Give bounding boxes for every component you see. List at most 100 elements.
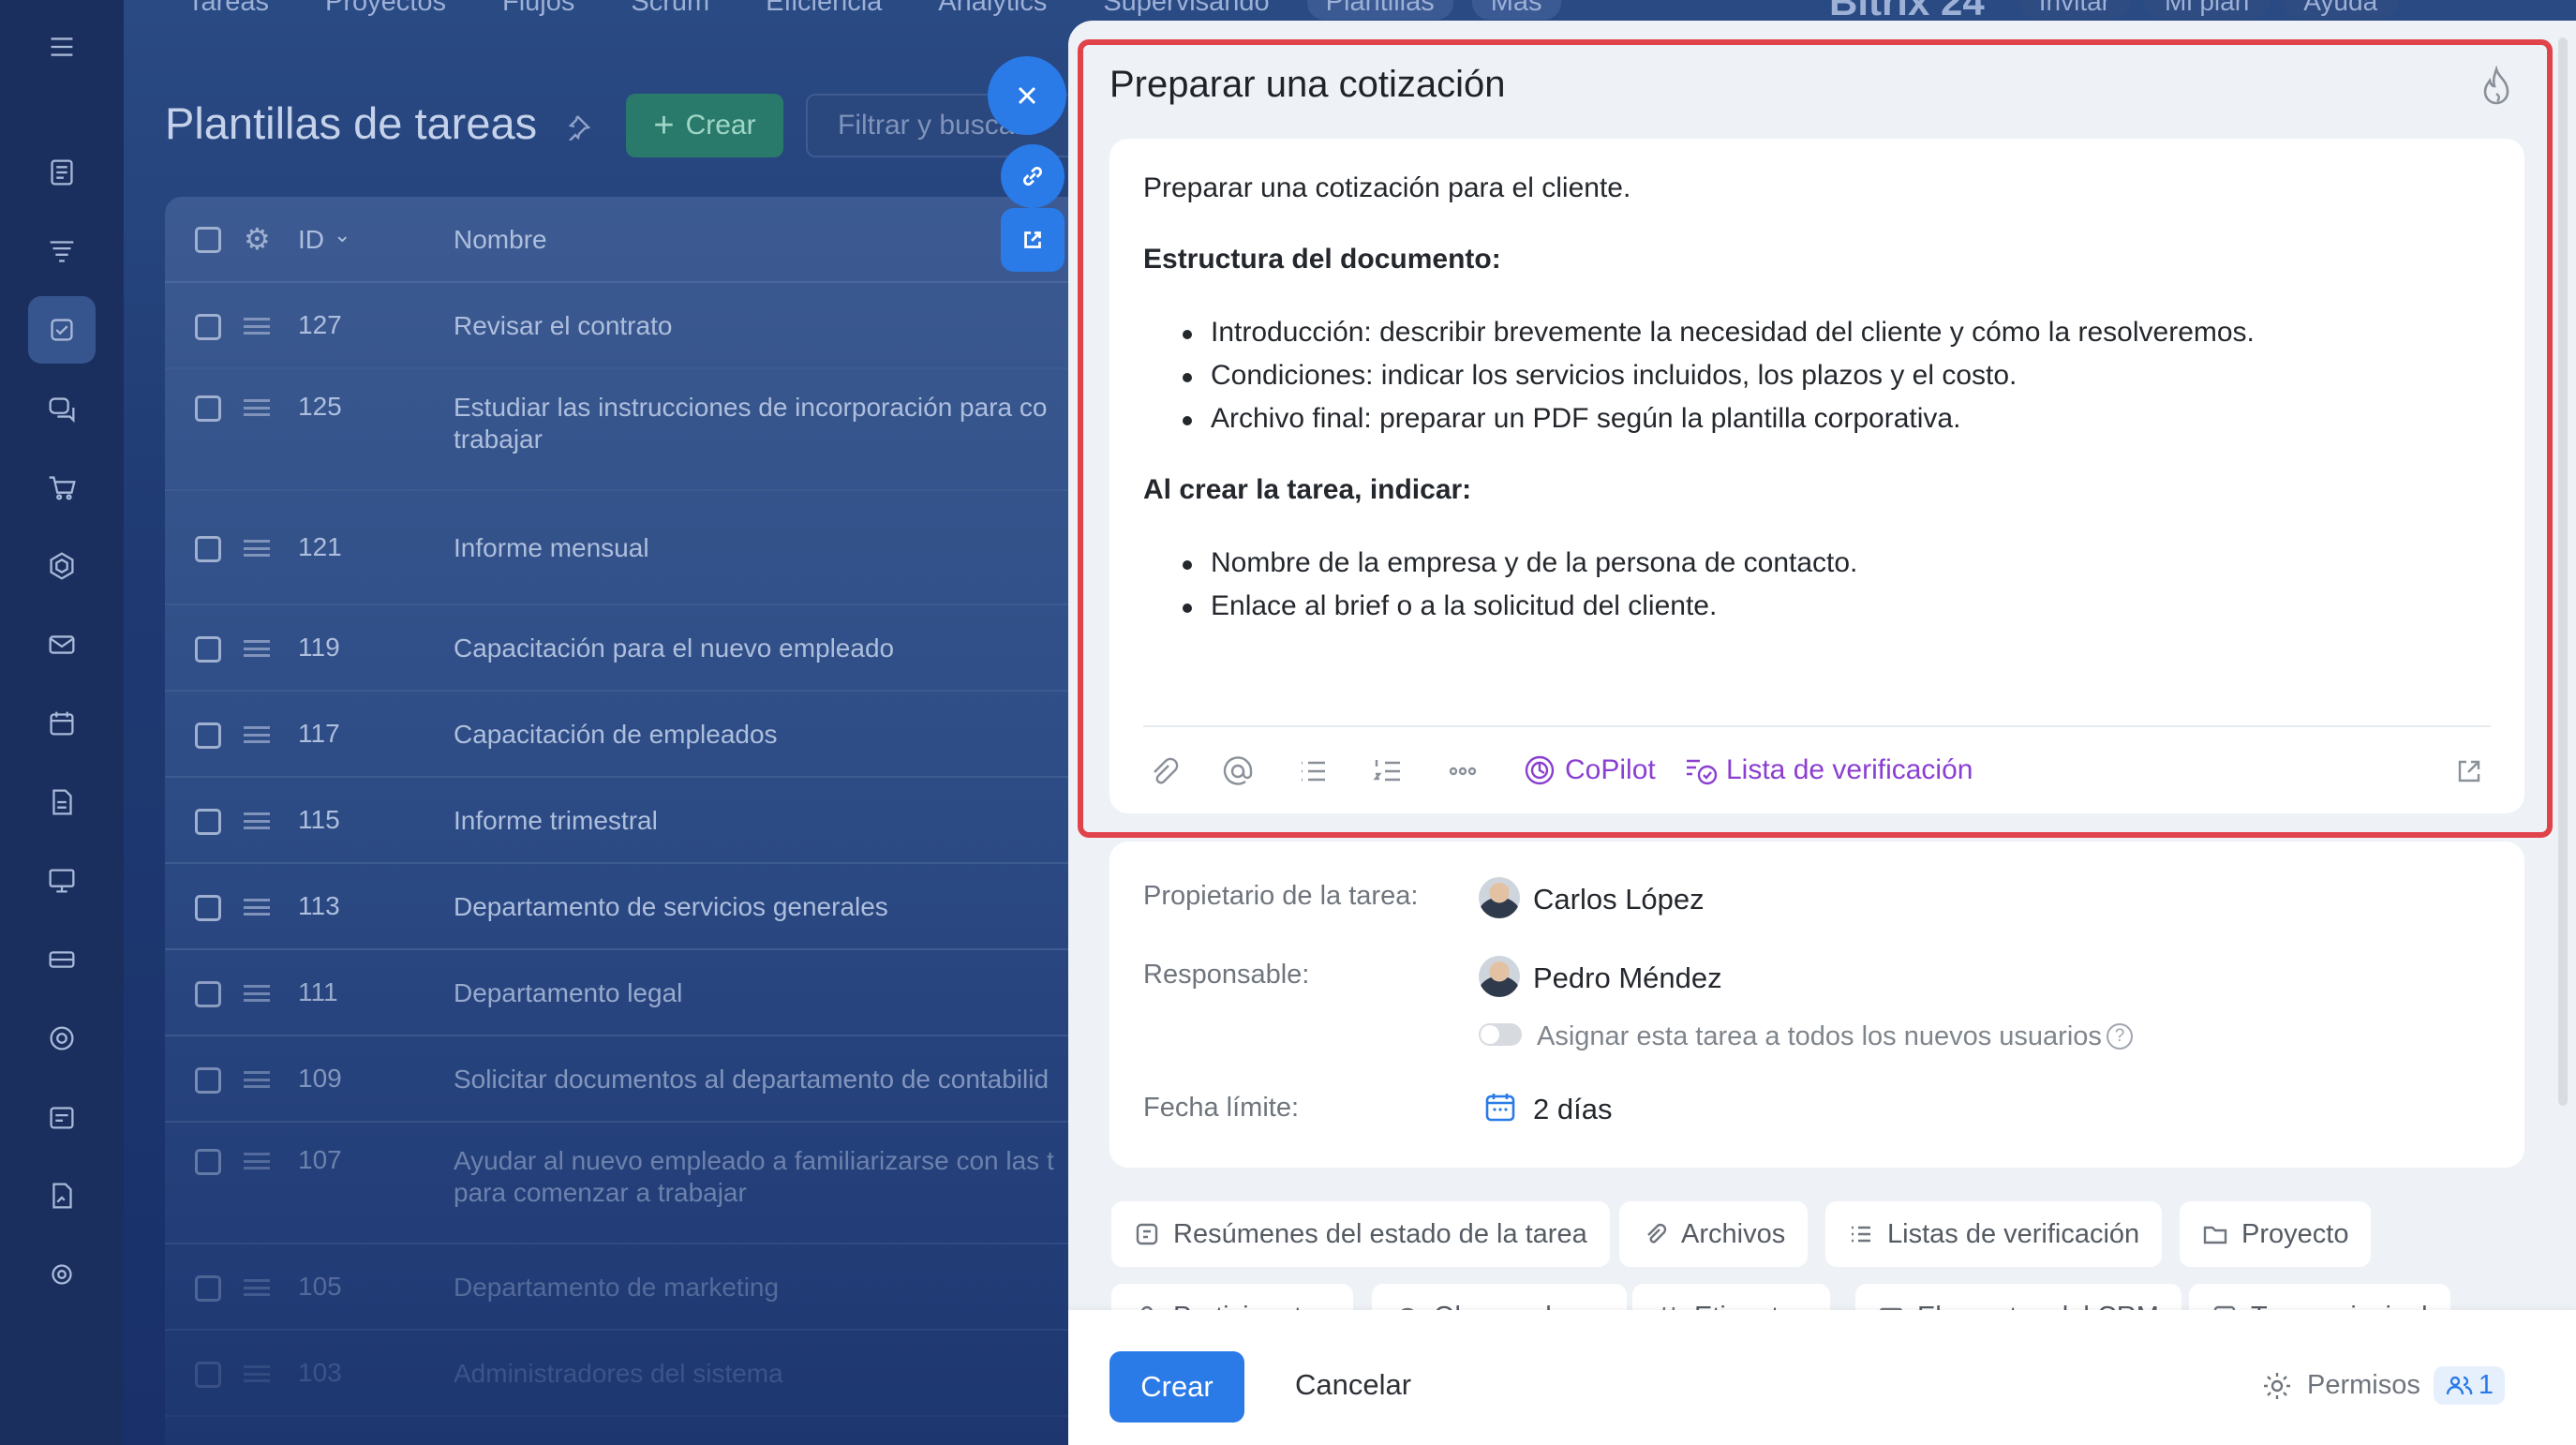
table-row[interactable]: 127 Revisar el contrato: [165, 283, 1102, 369]
table-row[interactable]: 115 Informe trimestral: [165, 778, 1102, 864]
hexagon-icon[interactable]: [28, 532, 96, 600]
row-name[interactable]: Departamento de servicios generales: [454, 891, 1102, 923]
schedule-icon[interactable]: [28, 1083, 96, 1151]
table-row[interactable]: 119 Capacitación para el nuevo empleado: [165, 605, 1102, 692]
row-checkbox[interactable]: [195, 895, 221, 921]
chip-checklists[interactable]: Listas de verificación: [1825, 1201, 2163, 1267]
row-name[interactable]: Solicitar documentos al departamento de …: [454, 1064, 1102, 1095]
table-row[interactable]: 109 Solicitar documentos al departamento …: [165, 1036, 1102, 1123]
cancel-button[interactable]: Cancelar: [1295, 1368, 1411, 1402]
tasks-icon[interactable]: [28, 296, 96, 364]
column-header-name[interactable]: Nombre: [454, 225, 547, 255]
owner-avatar[interactable]: [1479, 877, 1520, 918]
plan-button[interactable]: Mi plan: [2144, 0, 2271, 19]
table-row[interactable]: 105 Departamento de marketing: [165, 1244, 1102, 1331]
menu-icon[interactable]: [28, 13, 96, 81]
row-checkbox[interactable]: [195, 314, 221, 340]
pin-icon[interactable]: [566, 112, 594, 141]
drag-handle-icon[interactable]: [244, 640, 270, 657]
row-name[interactable]: Administradores del sistema: [454, 1358, 1102, 1390]
mail-icon[interactable]: [28, 611, 96, 678]
table-row[interactable]: 113 Departamento de servicios generales: [165, 864, 1102, 950]
copy-link-button[interactable]: [1001, 144, 1065, 208]
drag-handle-icon[interactable]: [244, 1279, 270, 1296]
drag-handle-icon[interactable]: [244, 812, 270, 829]
chip-project[interactable]: Proyecto: [2180, 1201, 2372, 1267]
column-header-id[interactable]: ID: [298, 225, 324, 255]
row-checkbox[interactable]: [195, 722, 221, 749]
chat-icon[interactable]: [28, 375, 96, 442]
drag-handle-icon[interactable]: [244, 985, 270, 1002]
sign-icon[interactable]: [28, 1162, 96, 1229]
drag-handle-icon[interactable]: [244, 1365, 270, 1382]
chip-files[interactable]: Archivos: [1619, 1201, 1809, 1267]
chip-status-summaries[interactable]: Resúmenes del estado de la tarea: [1111, 1201, 1610, 1267]
nav-plantillas[interactable]: Plantillas: [1306, 0, 1453, 20]
row-checkbox[interactable]: [195, 1067, 221, 1094]
calendar-icon[interactable]: [28, 690, 96, 757]
drag-handle-icon[interactable]: [244, 726, 270, 743]
deadline-value[interactable]: 2 días: [1533, 1093, 1612, 1126]
nav-scrum[interactable]: Scrum: [612, 0, 728, 20]
permissions-count-badge[interactable]: 1: [2433, 1366, 2505, 1405]
row-checkbox[interactable]: [195, 636, 221, 663]
drag-handle-icon[interactable]: [244, 399, 270, 416]
invite-button[interactable]: Invitar: [2018, 0, 2131, 19]
drive-icon[interactable]: [28, 926, 96, 993]
row-checkbox[interactable]: [195, 1275, 221, 1302]
create-template-button[interactable]: + Crear: [626, 94, 783, 157]
table-row[interactable]: 103 Administradores del sistema: [165, 1331, 1102, 1417]
close-panel-button[interactable]: [988, 56, 1066, 135]
row-name[interactable]: Ayudar al nuevo empleado a familiarizars…: [454, 1145, 1102, 1209]
funnel-icon[interactable]: [28, 217, 96, 285]
document-icon[interactable]: [28, 768, 96, 836]
create-button[interactable]: Crear: [1109, 1351, 1244, 1423]
responsible-avatar[interactable]: [1479, 956, 1520, 997]
table-row[interactable]: 107 Ayudar al nuevo empleado a familiariz…: [165, 1123, 1102, 1244]
row-name[interactable]: Departamento legal: [454, 977, 1102, 1009]
row-name[interactable]: Departamento de marketing: [454, 1272, 1102, 1303]
help-button[interactable]: Ayuda: [2283, 0, 2399, 19]
cart-icon[interactable]: [28, 454, 96, 521]
row-name[interactable]: Capacitación para el nuevo empleado: [454, 633, 1102, 664]
row-name[interactable]: Revisar el contrato: [454, 310, 1102, 342]
row-checkbox[interactable]: [195, 536, 221, 562]
table-row[interactable]: 117 Capacitación de empleados: [165, 692, 1102, 778]
open-new-window-button[interactable]: [1001, 208, 1065, 272]
feed-icon[interactable]: [28, 139, 96, 206]
nav-tareas[interactable]: Tareas: [169, 0, 288, 20]
gear-icon[interactable]: ⚙: [244, 221, 271, 257]
target-icon[interactable]: [28, 1005, 96, 1072]
nav-flujos[interactable]: Flujos: [484, 0, 593, 20]
nav-analytics[interactable]: Analytics: [919, 0, 1065, 20]
row-name[interactable]: Capacitación de empleados: [454, 719, 1102, 751]
drag-handle-icon[interactable]: [244, 318, 270, 335]
table-row[interactable]: 111 Departamento legal: [165, 950, 1102, 1036]
board-icon[interactable]: [28, 847, 96, 915]
row-name[interactable]: Informe trimestral: [454, 805, 1102, 837]
settings-icon[interactable]: [28, 1241, 96, 1308]
row-name[interactable]: Estudiar las instrucciones de incorporac…: [454, 392, 1102, 455]
row-checkbox[interactable]: [195, 395, 221, 422]
table-row[interactable]: 121 Informe mensual: [165, 491, 1102, 605]
row-checkbox[interactable]: [195, 981, 221, 1007]
nav-proyectos[interactable]: Proyectos: [306, 0, 465, 20]
nav-eficiencia[interactable]: Eficiencia: [747, 0, 901, 20]
row-name[interactable]: Informe mensual: [454, 532, 1102, 564]
panel-scrollbar[interactable]: [2558, 37, 2568, 1106]
permissions-button[interactable]: Permisos 1: [2260, 1366, 2505, 1405]
drag-handle-icon[interactable]: [244, 899, 270, 916]
row-checkbox[interactable]: [195, 1149, 221, 1175]
responsible-value[interactable]: Pedro Méndez: [1533, 961, 1722, 995]
drag-handle-icon[interactable]: [244, 1153, 270, 1169]
row-checkbox[interactable]: [195, 1362, 221, 1388]
select-all-checkbox[interactable]: [195, 227, 221, 253]
drag-handle-icon[interactable]: [244, 540, 270, 557]
drag-handle-icon[interactable]: [244, 1071, 270, 1088]
owner-value[interactable]: Carlos López: [1533, 883, 1705, 916]
table-row[interactable]: 125 Estudiar las instrucciones de incorpo…: [165, 369, 1102, 491]
question-icon[interactable]: ?: [2107, 1023, 2133, 1050]
nav-mas[interactable]: Más: [1471, 0, 1561, 20]
assign-all-toggle[interactable]: [1479, 1023, 1522, 1046]
row-checkbox[interactable]: [195, 809, 221, 835]
